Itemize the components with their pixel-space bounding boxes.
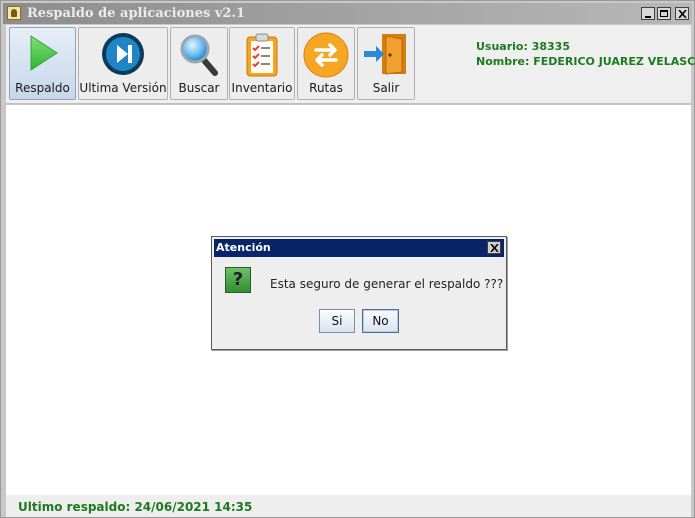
dialog-title-bar[interactable]: Atención xyxy=(214,239,504,257)
next-track-icon xyxy=(101,32,145,80)
clipboard-checklist-icon xyxy=(242,32,282,82)
maximize-button[interactable] xyxy=(657,7,671,20)
dialog-close-button[interactable] xyxy=(487,241,501,254)
ultima-version-label: Ultima Versión xyxy=(79,81,167,95)
dialog-title: Atención xyxy=(216,241,271,254)
user-info: Usuario: 38335 Nombre: FEDERICO JUAREZ V… xyxy=(476,39,695,69)
respaldo-label: Respaldo xyxy=(15,81,70,95)
toolbar: Respaldo Ultima Versión Buscar Inventari… xyxy=(6,25,695,104)
ultima-version-button[interactable]: Ultima Versión xyxy=(78,27,168,100)
nombre-text: Nombre: FEDERICO JUAREZ VELASCO xyxy=(476,55,695,68)
salir-label: Salir xyxy=(372,81,400,95)
no-button[interactable]: No xyxy=(362,309,399,333)
inventario-label: Inventario xyxy=(231,81,293,95)
respaldo-button[interactable]: Respaldo xyxy=(9,27,76,100)
inventario-button[interactable]: Inventario xyxy=(229,27,295,100)
confirm-dialog: Atención ? Esta seguro de generar el res… xyxy=(211,236,507,350)
swap-arrows-icon xyxy=(303,32,349,82)
play-icon xyxy=(23,32,63,78)
rutas-button[interactable]: Rutas xyxy=(297,27,355,100)
buscar-button[interactable]: Buscar xyxy=(170,27,228,100)
title-bar[interactable]: Respaldo de aplicaciones v2.1 xyxy=(3,3,692,24)
magnifier-icon xyxy=(177,32,221,82)
usuario-text: Usuario: 38335 xyxy=(476,40,570,53)
app-logo-icon xyxy=(7,6,21,20)
close-icon xyxy=(490,244,499,252)
close-window-button[interactable] xyxy=(675,7,689,20)
status-bar: Ultimo respaldo: 24/06/2021 14:35 xyxy=(6,495,691,517)
minimize-button[interactable] xyxy=(641,7,655,20)
rutas-label: Rutas xyxy=(309,81,343,95)
buscar-label: Buscar xyxy=(178,81,220,95)
exit-door-icon xyxy=(362,32,410,80)
close-icon xyxy=(678,10,687,18)
main-window: Respaldo de aplicaciones v2.1 Respaldo U… xyxy=(0,0,695,518)
window-title: Respaldo de aplicaciones v2.1 xyxy=(27,6,246,21)
question-icon: ? xyxy=(225,267,251,293)
dialog-message: Esta seguro de generar el respaldo ??? xyxy=(270,277,504,291)
yes-button[interactable]: Si xyxy=(319,309,355,333)
salir-button[interactable]: Salir xyxy=(357,27,415,100)
last-backup-text: Ultimo respaldo: 24/06/2021 14:35 xyxy=(18,500,253,514)
